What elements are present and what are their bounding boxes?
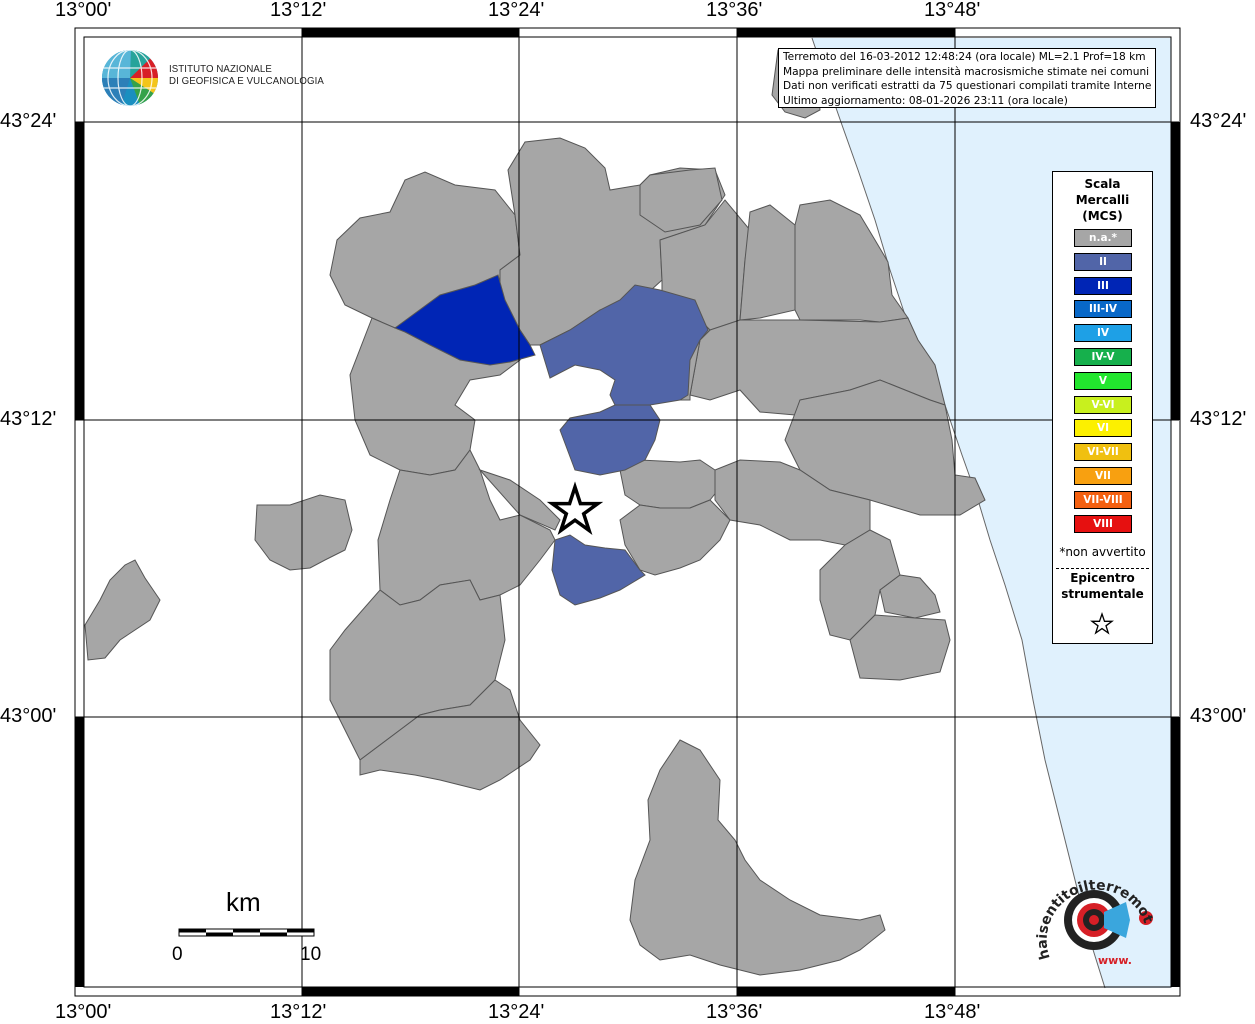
scale-end: 10: [300, 944, 322, 965]
lat-label-right-0: 43°24': [1190, 110, 1247, 132]
lon-label-top-2: 13°24': [488, 0, 545, 21]
legend-swatch-7: V-VI: [1074, 395, 1132, 414]
lon-label-bottom-1: 13°12': [270, 1001, 327, 1023]
legend-title-line1: Scala: [1084, 177, 1121, 191]
lat-label-right-2: 43°00': [1190, 705, 1247, 727]
scale-bar: [178, 928, 315, 937]
lon-label-bottom-3: 13°36': [706, 1001, 763, 1023]
lat-label-left-0: 43°24': [0, 110, 57, 132]
lat-label-left-1: 43°12': [0, 408, 57, 430]
legend-star-icon: [1090, 612, 1114, 635]
municipalities-not-felt: [84, 49, 986, 976]
scale-start: 0: [172, 944, 183, 965]
ingv-name-line2: DI GEOFISICA E VULCANOLOGIA: [169, 75, 324, 87]
legend-swatch-5: IV-V: [1074, 348, 1132, 366]
scale-title: km: [226, 887, 261, 917]
legend-swatch-3: III-IV: [1074, 300, 1132, 319]
lon-label-bottom-2: 13°24': [488, 1001, 545, 1023]
legend-swatch-12: VIII: [1074, 514, 1132, 533]
legend-epicenter-label: Epicentro strumentale: [1053, 570, 1152, 602]
legend-title-line2: Mercalli: [1075, 193, 1130, 207]
legend-title: Scala Mercalli (MCS): [1053, 176, 1152, 224]
event-info-line2: Mappa preliminare delle intensità macros…: [783, 65, 1150, 78]
ingv-name-line1: ISTITUTO NAZIONALE: [169, 63, 272, 75]
lon-label-top-0: 13°00': [55, 0, 112, 21]
lon-label-top-1: 13°12': [270, 0, 327, 21]
ingv-logo: ISTITUTO NAZIONALE DI GEOFISICA E VULCAN…: [101, 48, 324, 110]
event-info-line3: Dati non verificati estratti da 75 quest…: [783, 80, 1151, 92]
legend-swatch-10: VII: [1074, 467, 1132, 485]
legend-swatch-0: n.a.*: [1074, 229, 1132, 247]
legend-note: *non avvertito: [1059, 545, 1146, 559]
legend-swatch-2: III: [1074, 276, 1132, 295]
epicenter-star: [546, 481, 604, 535]
legend-swatch-8: VI: [1074, 419, 1132, 438]
event-info-line1: Terremoto del 16-03-2012 12:48:24 (ora l…: [783, 51, 1146, 63]
lat-label-right-1: 43°12': [1190, 408, 1247, 430]
lon-label-top-3: 13°36': [706, 0, 763, 21]
legend-swatch-6: V: [1074, 371, 1132, 390]
legend-title-line3: (MCS): [1082, 209, 1123, 223]
ingv-globe-icon: [102, 50, 158, 106]
legend-separator: [1056, 568, 1149, 569]
lon-label-bottom-0: 13°00': [55, 1001, 112, 1023]
legend-epicenter-line2: strumentale: [1061, 587, 1144, 601]
legend-swatch-9: VI-VII: [1074, 443, 1132, 462]
mcs-legend: Scala Mercalli (MCS) n.a.* II III III-IV IV I…: [1052, 171, 1153, 644]
ingv-name: ISTITUTO NAZIONALE DI GEOFISICA E VULCAN…: [169, 63, 324, 87]
haisentito-logo: haisentitoilterremoto.it www.: [1034, 862, 1156, 967]
legend-swatch-11: VII-VIII: [1074, 490, 1132, 509]
event-info-line4: Ultimo aggiornamento: 08-01-2026 23:11 (…: [783, 94, 1068, 107]
legend-swatch-4: IV: [1074, 324, 1132, 343]
lat-label-left-2: 43°00': [0, 705, 57, 727]
lon-label-top-4: 13°48': [924, 0, 981, 21]
legend-epicenter-line1: Epicentro: [1070, 571, 1135, 585]
lon-label-bottom-4: 13°48': [924, 1001, 981, 1023]
event-info-box: Terremoto del 16-03-2012 12:48:24 (ora l…: [778, 48, 1156, 108]
haisentito-www: www.: [1098, 954, 1132, 967]
legend-swatch-1: II: [1074, 252, 1132, 271]
